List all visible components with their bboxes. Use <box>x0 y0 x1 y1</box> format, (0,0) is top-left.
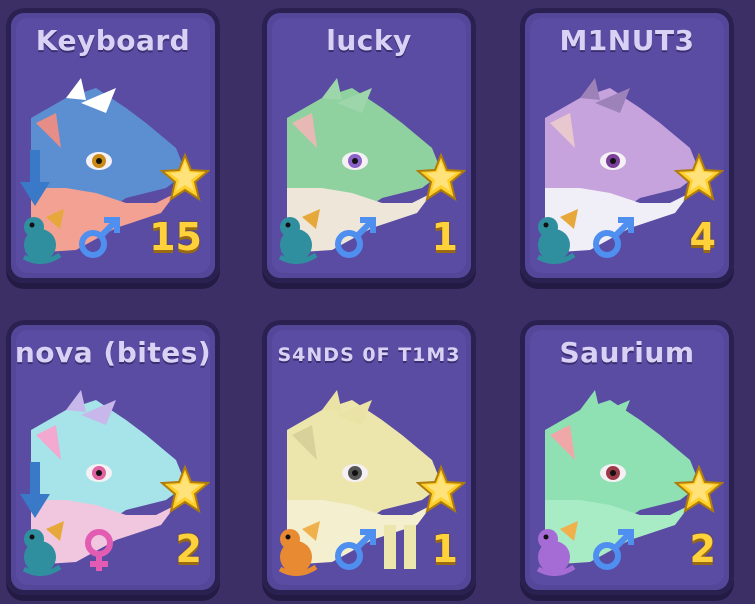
star-icon <box>160 153 210 201</box>
pet-card-3[interactable]: M1NUT3 4 <box>520 8 734 283</box>
species-icon <box>536 521 578 576</box>
fangs-icon <box>384 525 416 569</box>
pet-level: 2 <box>689 527 716 571</box>
male-icon <box>79 217 120 258</box>
species-icon <box>536 209 578 264</box>
star-icon <box>674 465 724 513</box>
species-icon <box>22 209 64 264</box>
pet-level: 15 <box>149 215 202 259</box>
star-icon <box>160 465 210 513</box>
pet-name: nova (bites) <box>14 336 212 369</box>
species-icon <box>278 209 320 264</box>
arrow-down-icon <box>20 150 50 206</box>
pet-card-6[interactable]: Saurium 2 <box>520 320 734 595</box>
pet-name: Saurium <box>559 336 695 369</box>
pet-name: M1NUT3 <box>559 24 695 57</box>
pet-level: 2 <box>175 527 202 571</box>
pet-card-4[interactable]: nova (bites) 2 <box>6 320 220 595</box>
pet-name: S4NDS 0F T1M3 <box>277 344 461 366</box>
species-icon <box>22 521 64 576</box>
male-icon <box>335 529 376 570</box>
star-icon <box>674 153 724 201</box>
male-icon <box>593 529 634 570</box>
species-icon <box>278 521 320 576</box>
star-icon <box>416 153 466 201</box>
pet-card-5[interactable]: S4NDS 0F T1M3 1 <box>262 320 476 595</box>
star-icon <box>416 465 466 513</box>
pet-level: 1 <box>431 215 458 259</box>
pet-level: 4 <box>689 215 716 259</box>
male-icon <box>593 217 634 258</box>
pet-name: Keyboard <box>35 24 191 57</box>
female-icon <box>85 529 113 571</box>
male-icon <box>335 217 376 258</box>
arrow-down-icon <box>20 462 50 518</box>
pet-name: lucky <box>326 24 412 57</box>
pet-card-2[interactable]: lucky 1 <box>262 8 476 283</box>
pet-level: 1 <box>431 527 458 571</box>
pet-card-1[interactable]: Keyboard 15 <box>6 8 220 283</box>
